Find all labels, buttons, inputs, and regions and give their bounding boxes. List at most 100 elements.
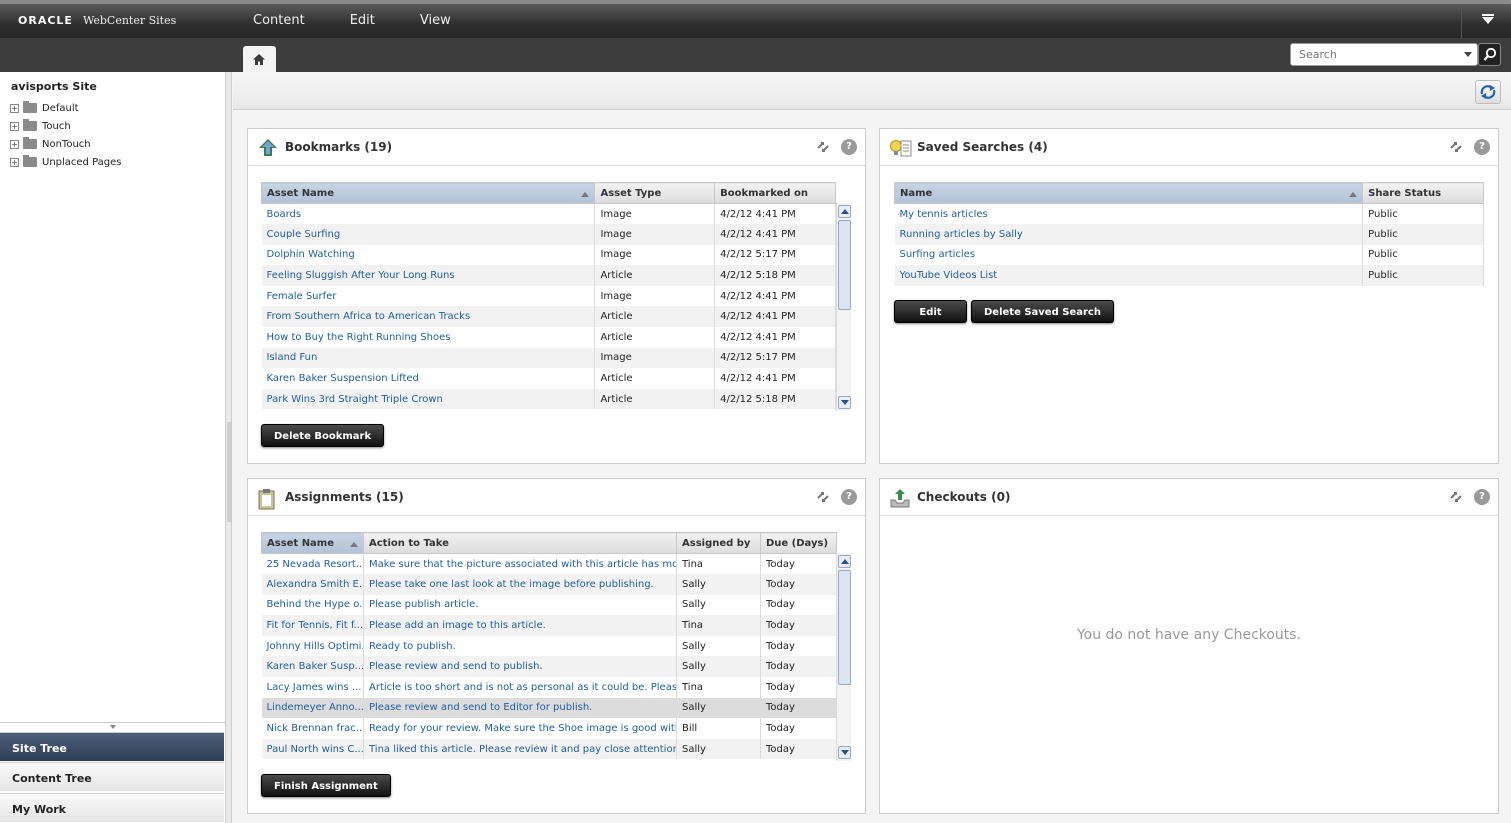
refresh-icon[interactable] [1448,139,1464,155]
assignment-row-cell[interactable]: 25 Nevada Resort... [261,553,364,575]
nav-my-work[interactable]: My Work [0,793,224,822]
assignment-row-cell[interactable]: Johnny Hills Optimi... [261,635,364,657]
assignment-row[interactable]: Paul North wins C... Tina liked this arti… [261,738,837,760]
scroll-down-icon[interactable] [838,746,851,759]
assignment-row[interactable]: Karen Baker Susp... Please review and sen… [261,656,837,678]
help-icon[interactable]: ? [1474,139,1490,155]
bookmark-row-cell[interactable]: Boards [261,203,596,225]
column-header-asset-type[interactable]: Asset Type [594,182,716,204]
column-header-name[interactable]: Name [893,182,1364,204]
assignments-scrollbar[interactable] [836,553,851,761]
search-input[interactable] [1299,44,1459,64]
vertical-splitter[interactable] [226,72,232,823]
pane-splitter[interactable] [0,722,225,732]
tree-item-nontouch[interactable]: + NonTouch [10,135,122,153]
saved-search-row[interactable]: Surfing articles Public [894,244,1484,266]
assignment-row[interactable]: Lacy James wins ... Article is too short … [261,677,837,698]
assignment-row-cell[interactable]: Ready for your review. Make sure the Sho… [363,718,677,739]
refresh-icon[interactable] [815,139,831,155]
nav-site-tree[interactable]: Site Tree [0,732,224,761]
menu-view[interactable]: View [420,13,451,28]
expand-icon[interactable]: + [10,121,19,131]
saved-search-row-cell[interactable]: Surfing articles [894,244,1364,266]
assignment-row-cell[interactable]: Behind the Hype o... [261,594,364,616]
assignment-row-cell[interactable]: Lacy James wins ... [261,677,364,698]
assignment-row[interactable]: Behind the Hype o... Please publish artic… [261,594,837,616]
bookmark-row[interactable]: How to Buy the Right Running Shoes Articl… [261,327,836,348]
bookmark-row[interactable]: Feeling Sluggish After Your Long Runs Art… [261,265,836,286]
assignment-row-cell[interactable]: Make sure that the picture associated wi… [363,553,677,575]
assignment-row-cell[interactable]: Karen Baker Susp... [261,656,364,678]
assignment-row[interactable]: Johnny Hills Optimi... Ready to publish. S… [261,635,837,657]
column-header-due-days[interactable]: Due (Days) [760,532,837,554]
saved-search-row[interactable]: Running articles by Sally Public [894,224,1484,245]
bookmark-row-cell[interactable]: From Southern Africa to American Tracks [261,306,596,328]
assignment-row[interactable]: Alexandra Smith E... Please take one last… [261,574,837,595]
scroll-down-icon[interactable] [838,396,851,409]
bookmark-row-cell[interactable]: Female Surfer [261,285,596,307]
bookmarks-scrollbar[interactable] [836,203,851,411]
search-box[interactable] [1290,43,1478,66]
expand-icon[interactable]: + [10,103,19,113]
tray-menu-button[interactable] [1461,4,1511,38]
assignment-row-cell[interactable]: Please add an image to this article. [363,615,677,636]
saved-search-row[interactable]: YouTube Videos List Public [894,265,1484,286]
bookmark-row-cell[interactable]: Karen Baker Suspension Lifted [261,368,596,389]
menu-edit[interactable]: Edit [350,13,375,28]
column-header-share-status[interactable]: Share Status [1362,182,1484,204]
bookmark-row-cell[interactable]: Couple Surfing [261,224,596,245]
nav-content-tree[interactable]: Content Tree [0,762,224,791]
assignment-row-cell[interactable]: Paul North wins C... [261,738,364,760]
refresh-icon[interactable] [815,489,831,505]
assignment-row-cell[interactable]: Article is too short and is not as perso… [363,677,677,698]
saved-search-row-cell[interactable]: My tennis articles [894,203,1364,225]
refresh-icon[interactable] [1448,489,1464,505]
bookmark-row[interactable]: Island Fun Image 4/2/12 5:17 PM [261,347,836,369]
column-header-asset-name[interactable]: Asset Name [260,182,596,204]
scroll-thumb[interactable] [838,570,851,685]
assignment-row-cell[interactable]: Please review and send to publish. [363,656,677,678]
saved-search-row-cell[interactable]: Running articles by Sally [894,224,1364,245]
delete-saved-search-button[interactable]: Delete Saved Search [971,300,1114,323]
assignment-row-cell[interactable]: Fit for Tennis, Fit f... [261,615,364,636]
assignment-row-cell[interactable]: Please publish article. [363,594,677,616]
help-icon[interactable]: ? [1474,489,1490,505]
assignment-row-cell[interactable]: Ready to publish. [363,635,677,657]
search-button[interactable] [1478,43,1501,66]
bookmark-row-cell[interactable]: Feeling Sluggish After Your Long Runs [261,265,596,286]
assignment-row-cell[interactable]: Tina liked this article. Please review i… [363,738,677,760]
column-header-assigned-by[interactable]: Assigned by [676,532,761,554]
column-header-asset-name[interactable]: Asset Name [261,532,364,554]
bookmark-row-cell[interactable]: How to Buy the Right Running Shoes [261,327,596,348]
tree-item-default[interactable]: + Default [10,99,122,117]
scroll-up-icon[interactable] [838,555,851,568]
bookmark-row[interactable]: Karen Baker Suspension Lifted Article 4/2/… [261,368,836,389]
expand-icon[interactable]: + [10,139,19,149]
refresh-all-button[interactable] [1475,80,1501,104]
search-dropdown-icon[interactable] [1464,52,1472,57]
assignment-row-cell[interactable]: Alexandra Smith E... [261,574,364,595]
home-tab[interactable] [243,46,276,73]
expand-icon[interactable]: + [10,157,19,167]
bookmark-row[interactable]: Dolphin Watching Image 4/2/12 5:17 PM [261,244,836,266]
saved-search-row-cell[interactable]: YouTube Videos List [894,265,1364,286]
delete-bookmark-button[interactable]: Delete Bookmark [261,424,385,447]
scroll-up-icon[interactable] [838,205,851,218]
bookmark-row[interactable]: Couple Surfing Image 4/2/12 4:41 PM [261,224,836,245]
assignment-row-cell[interactable]: Nick Brennan frac... [261,718,364,739]
bookmark-row[interactable]: From Southern Africa to American Tracks A… [261,306,836,328]
splitter-grip[interactable] [227,422,231,522]
bookmark-row-cell[interactable]: Island Fun [261,347,596,369]
tree-item-unplaced-pages[interactable]: + Unplaced Pages [10,153,122,171]
column-header-action-to-take[interactable]: Action to Take [363,532,677,554]
finish-assignment-button[interactable]: Finish Assignment [261,774,391,797]
column-header-bookmarked-on[interactable]: Bookmarked on [714,182,836,204]
assignment-row[interactable]: 25 Nevada Resort... Make sure that the pi… [261,553,837,575]
bookmark-row[interactable]: Boards Image 4/2/12 4:41 PM [261,203,836,225]
assignment-row[interactable]: Nick Brennan frac... Ready for your revie… [261,718,837,739]
bookmark-row-cell[interactable]: Dolphin Watching [261,244,596,266]
tree-item-touch[interactable]: + Touch [10,117,122,135]
saved-search-row[interactable]: My tennis articles Public [894,203,1484,225]
menu-content[interactable]: Content [253,13,305,28]
assignment-row[interactable]: Lindemeyer Anno... Please review and send… [261,697,837,719]
